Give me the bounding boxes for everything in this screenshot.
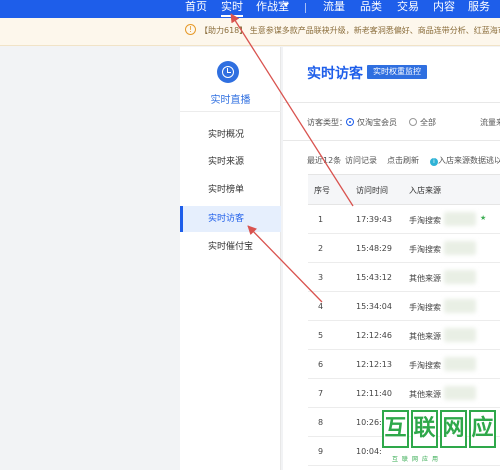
cell-entry-source: 手淘搜索	[409, 245, 441, 254]
cell-visit-time: 10:26:	[356, 418, 382, 427]
filter-option-all[interactable]: 全部	[409, 117, 436, 128]
traffic-source-label: 流量来	[480, 118, 500, 127]
cell-index: 5	[318, 331, 324, 340]
watermark-subtext: 互联网应用	[392, 456, 443, 463]
sidebar-item-visitors[interactable]: 实时访客	[180, 206, 281, 232]
sidebar-divider	[180, 111, 281, 112]
table-row: 6 12:12:13 手淘搜索	[308, 350, 500, 379]
sidebar-item-rankings[interactable]: 实时榜单	[180, 177, 281, 203]
cell-visit-time: 17:39:43	[356, 215, 392, 224]
table-row: 4 15:34:04 手淘搜索	[308, 292, 500, 321]
refresh-link[interactable]: 点击刷新	[387, 155, 419, 166]
cell-index: 7	[318, 389, 324, 398]
watermark-logo: 互联网应 互联网应用	[382, 408, 500, 470]
blurred-cell	[444, 386, 476, 400]
filter-option-members[interactable]: 仅淘宝会员	[346, 117, 397, 128]
star-icon: ★	[480, 214, 487, 222]
option-label: 仅淘宝会员	[357, 118, 397, 127]
cell-visit-time: 10:04:	[356, 447, 382, 456]
records-label: 访问记录	[345, 156, 377, 165]
watermark-char: 网	[440, 410, 467, 448]
cell-index: 2	[318, 244, 324, 253]
nav-item-service[interactable]: 服务	[468, 0, 490, 18]
main-panel: 实时访客 实时权重监控 访客类型： 仅淘宝会员 全部 流量来 最近 12条 访问…	[283, 47, 500, 470]
nav-item-home[interactable]: 首页	[185, 0, 207, 18]
header-index: 序号	[314, 186, 330, 195]
nav-divider	[305, 3, 306, 13]
visitor-type-label: 访客类型：	[307, 118, 347, 127]
recent-prefix: 最近	[307, 156, 323, 165]
watermark-char: 互	[382, 410, 409, 448]
table-row: 2 15:48:29 手淘搜索	[308, 234, 500, 263]
sidebar: 实时直播 实时概况 实时来源 实时榜单 实时访客 实时催付宝	[180, 47, 281, 470]
cell-index: 4	[318, 302, 324, 311]
cell-entry-source: 手淘搜索	[409, 216, 441, 225]
cell-index: 3	[318, 273, 324, 282]
blurred-cell	[444, 212, 476, 226]
watermark-char: 应	[469, 410, 496, 448]
cell-entry-source: 其他来源	[409, 332, 441, 341]
sidebar-item-sources[interactable]: 实时来源	[180, 149, 281, 175]
table-row: 3 15:43:12 其他来源	[308, 263, 500, 292]
cell-entry-source: 其他来源	[409, 274, 441, 283]
top-nav: 首页 实时 作战室 流量 品类 交易 内容 服务	[0, 0, 500, 18]
clock-icon	[217, 61, 239, 83]
cell-entry-source: 手淘搜索	[409, 303, 441, 312]
table-row: 1 17:39:43 手淘搜索 ★	[308, 205, 500, 234]
table-row: 5 12:12:46 其他来源	[308, 321, 500, 350]
sidebar-item-overview[interactable]: 实时概况	[180, 122, 281, 148]
sidebar-title: 实时直播	[210, 95, 251, 106]
weight-monitor-button[interactable]: 实时权重监控	[367, 65, 427, 79]
source-note-text: 入店来源数据逃以	[438, 156, 500, 165]
notice-bar: ! 【助力618】 生意参谋多款产品联袂升级，新老客洞悉偏好、商品连带分析、红蓝…	[0, 18, 500, 46]
nav-item-trade[interactable]: 交易	[397, 0, 419, 18]
nav-item-category[interactable]: 品类	[360, 0, 382, 18]
cell-entry-source: 其他来源	[409, 390, 441, 399]
nav-item-content[interactable]: 内容	[433, 0, 455, 18]
table-header: 序号 访问时间 入店来源	[308, 174, 500, 205]
blurred-cell	[444, 328, 476, 342]
source-note: i 入店来源数据逃以	[430, 155, 500, 166]
header-divider	[283, 102, 500, 103]
nav-item-traffic[interactable]: 流量	[323, 0, 345, 18]
cell-index: 9	[318, 447, 324, 456]
info-icon: !	[185, 24, 196, 35]
page-title: 实时访客	[307, 66, 363, 82]
header-visit-time: 访问时间	[356, 186, 388, 195]
sidebar-item-payment-reminder[interactable]: 实时催付宝	[180, 234, 281, 260]
info-icon: i	[430, 158, 438, 166]
cell-visit-time: 15:43:12	[356, 273, 392, 282]
nav-item-realtime[interactable]: 实时	[221, 0, 243, 18]
cell-index: 8	[318, 418, 324, 427]
watermark-char: 联	[411, 410, 438, 448]
notice-text[interactable]: 【助力618】 生意参谋多款产品联袂升级，新老客洞悉偏好、商品连带分析、红蓝海市…	[200, 25, 500, 36]
radio-unchecked-icon[interactable]	[409, 118, 417, 126]
cell-visit-time: 15:34:04	[356, 302, 392, 311]
cell-entry-source: 手淘搜索	[409, 361, 441, 370]
blurred-cell	[444, 357, 476, 371]
cell-visit-time: 12:12:13	[356, 360, 392, 369]
cell-index: 6	[318, 360, 324, 369]
blurred-cell	[444, 241, 476, 255]
blurred-cell	[444, 270, 476, 284]
cell-visit-time: 15:48:29	[356, 244, 392, 253]
cell-index: 1	[318, 215, 324, 224]
record-count: 12条	[323, 156, 342, 165]
chevron-down-icon	[283, 3, 289, 7]
blurred-cell	[444, 299, 476, 313]
header-entry-source: 入店来源	[409, 186, 441, 195]
table-row: 7 12:11:40 其他来源	[308, 379, 500, 408]
option-label: 全部	[420, 118, 436, 127]
filter-divider	[283, 140, 500, 141]
radio-checked-icon[interactable]	[346, 118, 354, 126]
cell-visit-time: 12:12:46	[356, 331, 392, 340]
cell-visit-time: 12:11:40	[356, 389, 392, 398]
